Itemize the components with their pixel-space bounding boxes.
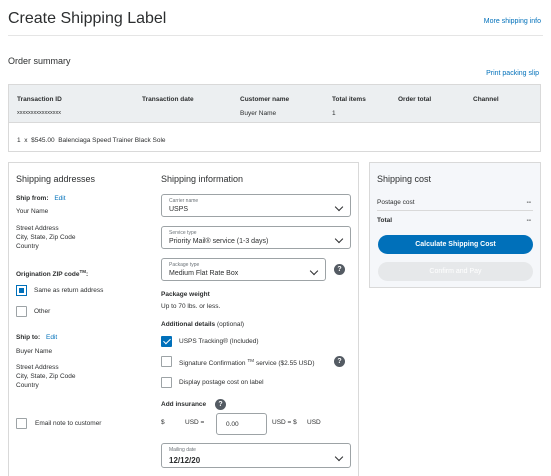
mailing-date-value: 12/12/20 (169, 456, 201, 465)
more-shipping-info-link[interactable]: More shipping info (484, 18, 541, 25)
total-value: -- (526, 217, 531, 224)
service-type-select[interactable]: Service type Priority Mail® service (1-3… (161, 226, 351, 249)
chevron-down-icon (334, 202, 344, 212)
ship-to-street: Street Address (16, 364, 59, 371)
column-header-total-items: Total items (332, 96, 366, 103)
column-header-transaction-id: Transaction ID (17, 96, 62, 103)
service-type-label: Service type (169, 230, 197, 236)
add-insurance-title: Add insurance (161, 401, 207, 408)
usps-tracking-checkbox[interactable] (161, 336, 172, 347)
origination-zip-colon: : (85, 271, 89, 279)
display-postage-label: Display postage cost on label (179, 379, 264, 386)
signature-price: service ($2.55 USD) (255, 360, 315, 368)
total-items-value: 1 (332, 110, 336, 117)
total-label: Total (377, 217, 393, 224)
postage-cost-label: Postage cost (377, 199, 415, 206)
ship-to-country: Country (16, 382, 39, 389)
ship-from-street: Street Address (16, 225, 59, 232)
customer-name-value: Buyer Name (240, 110, 277, 117)
other-zip-option[interactable] (16, 306, 27, 317)
insurance-amount-value: 0.00 (226, 421, 239, 428)
mailing-date-select[interactable]: Mailing date 12/12/20 (161, 443, 351, 468)
additional-details-title: Additional details (161, 321, 216, 328)
insurance-amount-input[interactable]: 0.00 (216, 413, 267, 435)
package-type-label: Package type (169, 262, 200, 268)
mailing-date-label: Mailing date (169, 447, 196, 453)
order-line-item: 1 x $545.00 Balenciaga Speed Trainer Bla… (17, 137, 166, 144)
ship-from-country: Country (16, 243, 39, 250)
ship-from-row: Ship from: Edit (16, 195, 66, 202)
email-note-checkbox[interactable] (16, 418, 27, 429)
print-packing-slip-link[interactable]: Print packing slip (486, 70, 539, 77)
help-icon[interactable]: ? (334, 356, 345, 367)
carrier-select-label: Carrier name (169, 198, 199, 204)
ship-from-label: Ship from: (16, 195, 49, 202)
email-note-label: Email note to customer (35, 420, 102, 427)
trademark-mark: TM (247, 358, 254, 363)
origination-zip-label: Origination ZIP codeTM: (16, 269, 88, 278)
shipping-information-title: Shipping information (161, 174, 244, 184)
order-summary-table: Transaction ID Transaction date Customer… (8, 84, 541, 152)
transaction-id-value: xxxxxxxxxxxxxxxx (17, 110, 61, 116)
column-header-order-total: Order total (398, 96, 432, 103)
column-header-transaction-date: Transaction date (142, 96, 194, 103)
ship-from-city: City, State, Zip Code (16, 234, 76, 241)
ship-to-edit-link[interactable]: Edit (46, 334, 57, 341)
origination-zip-text: Origination ZIP code (16, 271, 80, 279)
service-type-value: Priority Mail® service (1-3 days) (169, 238, 269, 245)
chevron-down-icon (334, 234, 344, 244)
insurance-usd-label: USD (307, 419, 321, 426)
carrier-select-value: USPS (169, 206, 189, 213)
chevron-down-icon (334, 452, 344, 462)
confirm-and-pay-button[interactable]: Confirm and Pay (378, 262, 533, 281)
shipping-cost-title: Shipping cost (377, 174, 432, 184)
cost-divider (377, 210, 533, 211)
column-header-customer-name: Customer name (240, 96, 290, 103)
insurance-usd-equals: USD = (185, 419, 205, 426)
header-divider (8, 35, 543, 36)
package-weight-value: Up to 70 lbs. or less. (161, 303, 221, 310)
shipping-form-panel: Shipping addresses Ship from: Edit Your … (8, 162, 359, 476)
signature-confirmation-checkbox[interactable] (161, 356, 172, 367)
display-postage-checkbox[interactable] (161, 377, 172, 388)
same-as-return-option[interactable] (16, 285, 27, 296)
shipping-addresses-title: Shipping addresses (16, 174, 96, 184)
ship-to-city: City, State, Zip Code (16, 373, 76, 380)
chevron-down-icon (309, 266, 319, 276)
additional-details-heading: Additional details (optional) (161, 321, 244, 328)
ship-to-row: Ship to: Edit (16, 334, 57, 341)
ship-from-name: Your Name (16, 208, 49, 215)
usps-tracking-label: USPS Tracking® (Included) (179, 338, 259, 345)
ship-from-edit-link[interactable]: Edit (54, 195, 65, 202)
additional-details-optional: (optional) (216, 321, 245, 328)
other-zip-label: Other (34, 308, 51, 315)
calculate-shipping-cost-button[interactable]: Calculate Shipping Cost (378, 235, 533, 254)
page-title: Create Shipping Label (8, 10, 167, 27)
carrier-select[interactable]: Carrier name USPS (161, 194, 351, 217)
help-icon[interactable]: ? (334, 264, 345, 275)
order-summary-title: Order summary (8, 56, 71, 66)
ship-to-label: Ship to: (16, 334, 41, 341)
order-table-header: Transaction ID Transaction date Customer… (9, 85, 540, 123)
signature-confirmation-label: Signature Confirmation TM service ($2.55 U… (179, 358, 315, 367)
insurance-dollar-sign: $ (161, 419, 165, 426)
package-weight-title: Package weight (161, 291, 210, 298)
same-as-return-label: Same as return address (34, 287, 104, 294)
package-type-value: Medium Flat Rate Box (169, 270, 239, 277)
insurance-usd-equals-dollar: USD = $ (272, 419, 297, 426)
ship-to-name: Buyer Name (16, 348, 53, 355)
help-icon[interactable]: ? (215, 399, 226, 410)
column-header-channel: Channel (473, 96, 499, 103)
postage-cost-value: -- (526, 199, 531, 206)
shipping-cost-panel: Shipping cost Postage cost -- Total -- C… (369, 162, 541, 288)
package-type-select[interactable]: Package type Medium Flat Rate Box (161, 258, 326, 281)
signature-text: Signature Confirmation (179, 360, 246, 368)
